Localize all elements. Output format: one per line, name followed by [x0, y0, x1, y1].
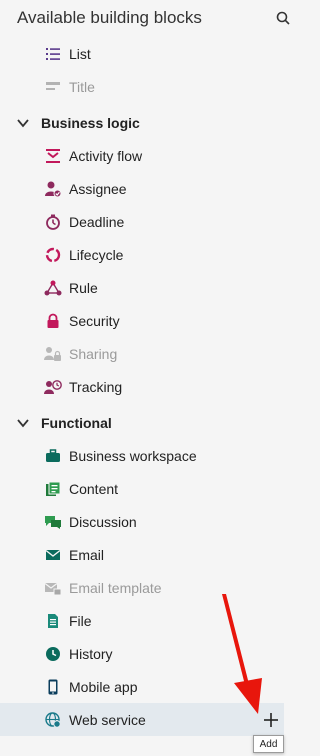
block-item-label: Mobile app: [69, 678, 138, 695]
add-icon[interactable]: [262, 711, 280, 729]
block-item-sharing[interactable]: Sharing: [0, 337, 284, 370]
block-item-web-service[interactable]: Web service: [0, 703, 284, 736]
web-service-icon: [44, 711, 62, 729]
block-item-label: Business workspace: [69, 447, 197, 464]
block-item-label: Title: [69, 78, 95, 95]
list-icon: [44, 45, 62, 63]
section-business-logic[interactable]: Business logic: [0, 106, 284, 139]
block-item-label: Discussion: [69, 513, 137, 530]
add-tooltip: Add: [253, 735, 284, 753]
mobile-icon: [44, 678, 62, 696]
block-item-label: Activity flow: [69, 147, 143, 164]
block-item-security[interactable]: Security: [0, 304, 284, 337]
tracking-icon: [44, 378, 62, 396]
email-template-icon: [44, 579, 62, 597]
block-item-label: Lifecycle: [69, 246, 124, 263]
activity-flow-icon: [44, 147, 62, 165]
block-item-label: Email: [69, 546, 105, 563]
block-item-file[interactable]: File: [0, 604, 284, 637]
block-item-label: File: [69, 612, 92, 629]
block-item-label: Security: [69, 312, 120, 329]
search-icon[interactable]: [275, 10, 291, 26]
block-item-lifecycle[interactable]: Lifecycle: [0, 238, 284, 271]
lifecycle-icon: [44, 246, 62, 264]
block-item-label: List: [69, 45, 91, 62]
section-functional[interactable]: Functional: [0, 406, 284, 439]
block-item-history[interactable]: History: [0, 637, 284, 670]
briefcase-icon: [44, 447, 62, 465]
block-item-label: Email template: [69, 579, 162, 596]
block-item-assignee[interactable]: Assignee: [0, 172, 284, 205]
block-item-label: Rule: [69, 279, 98, 296]
history-icon: [44, 645, 62, 663]
assignee-icon: [44, 180, 62, 198]
block-item-email[interactable]: Email: [0, 538, 284, 571]
block-item-label: Content: [69, 480, 119, 497]
block-item-list[interactable]: List: [0, 37, 284, 70]
block-item-rule[interactable]: Rule: [0, 271, 284, 304]
block-item-label: Assignee: [69, 180, 127, 197]
block-item-content[interactable]: Content: [0, 472, 284, 505]
block-item-mobile-app[interactable]: Mobile app: [0, 670, 284, 703]
content-icon: [44, 480, 62, 498]
chevron-down-icon: [17, 118, 29, 127]
block-item-business-workspace[interactable]: Business workspace: [0, 439, 284, 472]
section-label: Business logic: [41, 114, 140, 131]
block-item-label: Sharing: [69, 345, 118, 362]
lock-icon: [44, 312, 62, 330]
rule-icon: [44, 279, 62, 297]
sharing-icon: [44, 345, 62, 363]
panel-title: Available building blocks: [17, 8, 202, 27]
block-item-label: History: [69, 645, 113, 662]
block-item-email-template[interactable]: Email template: [0, 571, 284, 604]
discussion-icon: [44, 513, 62, 531]
block-item-tracking[interactable]: Tracking: [0, 370, 284, 403]
deadline-icon: [44, 213, 62, 231]
block-item-label: Tracking: [69, 378, 123, 395]
block-item-title[interactable]: Title: [0, 70, 284, 103]
section-label: Functional: [41, 414, 112, 431]
chevron-down-icon: [17, 418, 29, 427]
block-item-discussion[interactable]: Discussion: [0, 505, 284, 538]
block-item-label: Deadline: [69, 213, 125, 230]
block-item-label: Web service: [69, 711, 146, 728]
block-item-activity-flow[interactable]: Activity flow: [0, 139, 284, 172]
email-icon: [44, 546, 62, 564]
title-icon: [44, 78, 62, 96]
file-icon: [44, 612, 62, 630]
block-item-deadline[interactable]: Deadline: [0, 205, 284, 238]
